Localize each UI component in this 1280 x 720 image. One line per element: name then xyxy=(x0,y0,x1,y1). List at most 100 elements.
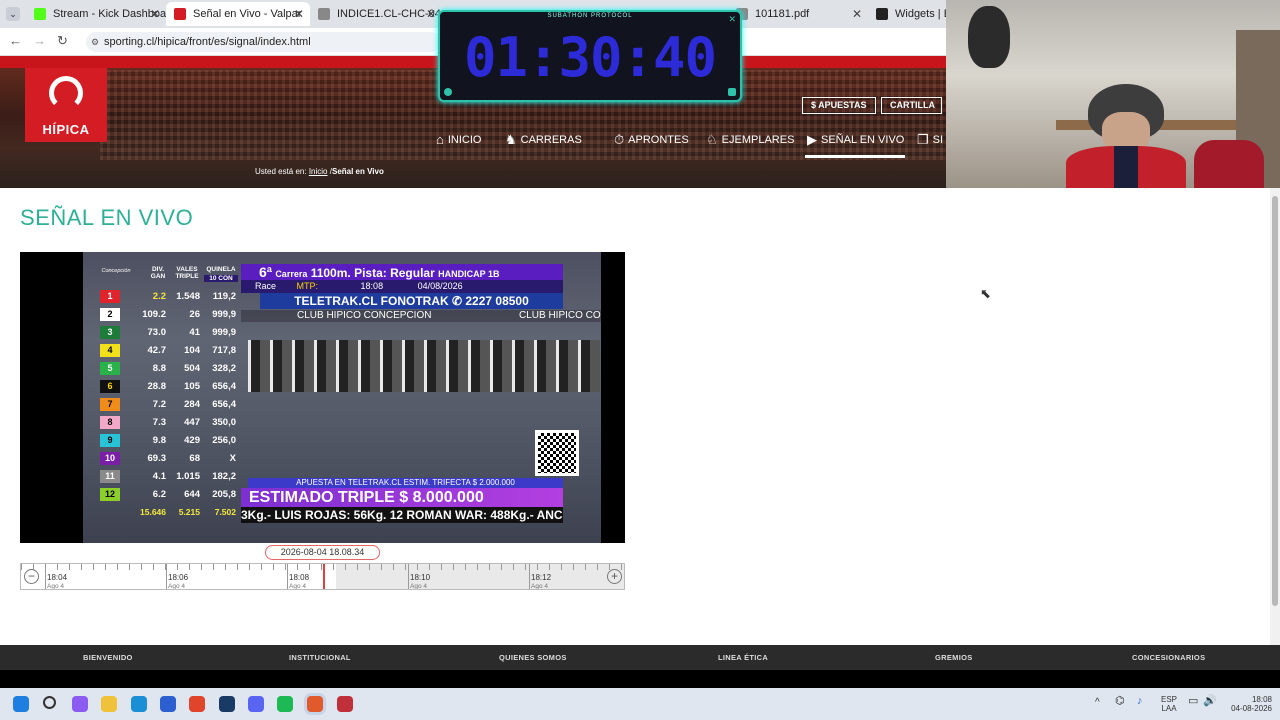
edge-icon[interactable] xyxy=(131,696,147,712)
keyboard-layout: LAA xyxy=(1161,704,1177,713)
language-indicator[interactable]: ESP LAA xyxy=(1158,695,1180,713)
network-icon[interactable]: ⌬ xyxy=(1115,696,1125,707)
odds-gan: 7.3 xyxy=(152,416,166,428)
chrome-icon[interactable] xyxy=(189,696,205,712)
forward-icon[interactable]: → xyxy=(33,33,46,48)
scrollbar-thumb[interactable] xyxy=(1272,196,1278,606)
odds-gan: 4.1 xyxy=(152,470,166,482)
nav-item-ejemplares[interactable]: ♘ EJEMPLARES xyxy=(706,132,794,148)
odds-gan: 69.3 xyxy=(147,452,167,464)
timer-close-icon: ✕ xyxy=(728,14,736,24)
webcam-overlay xyxy=(946,0,1280,188)
volume-icon[interactable]: 🔊 xyxy=(1203,696,1217,707)
footer-link-linea-tica[interactable]: LINEA ÉTICA xyxy=(718,653,768,662)
timeline-mark: 18:10 Ago 4 xyxy=(410,573,430,589)
live-video-player[interactable]: Concepción DIV. GAN VALES TRIPLE QUINELA… xyxy=(20,252,625,543)
tab-5[interactable]: Widgets | El me xyxy=(868,2,946,26)
close-tab-icon[interactable]: ✕ xyxy=(294,7,304,21)
file-explorer-icon[interactable] xyxy=(101,696,117,712)
url-text: sporting.cl/hipica/front/es/signal/index… xyxy=(104,36,311,48)
back-icon[interactable]: ← xyxy=(9,33,22,48)
mark-date: Ago 4 xyxy=(168,583,185,590)
hipica-logo[interactable]: HÍPICA xyxy=(25,68,107,142)
nav-item-carreras[interactable]: ♞ CARRERAS xyxy=(505,132,582,148)
close-tab-icon[interactable]: ✕ xyxy=(426,7,436,21)
breadcrumb-prefix: Usted está en: xyxy=(255,167,307,176)
odds-gan: 109.2 xyxy=(142,308,166,320)
footer-link-concesionarios[interactable]: CONCESIONARIOS xyxy=(1132,653,1205,662)
reload-icon[interactable]: ↻ xyxy=(57,33,68,49)
footer-link-bienvenido[interactable]: BIENVENIDO xyxy=(83,653,133,662)
chrome-profile-icon[interactable] xyxy=(307,696,323,712)
tab-2[interactable]: Señal en Vivo - Valpar ✕ xyxy=(166,2,310,26)
odds-row: 9 9.8 429 256,0 xyxy=(84,432,238,448)
close-tab-icon[interactable]: ✕ xyxy=(150,7,160,21)
display-icon[interactable]: ▭ xyxy=(1188,696,1198,707)
timer-corner-icon xyxy=(444,88,452,96)
cartilla-button[interactable]: CARTILLA xyxy=(881,97,942,114)
app-icon[interactable] xyxy=(337,696,353,712)
horse-number: 6 xyxy=(100,379,120,393)
url-input[interactable]: ⚙ sporting.cl/hipica/front/es/signal/ind… xyxy=(86,32,441,52)
race-en-label: Race xyxy=(255,281,277,291)
timeline-mark: 18:08 Ago 4 xyxy=(289,573,310,590)
odds-triple: 26 xyxy=(189,308,200,320)
tab-3[interactable]: INDICE1.CL-CHC-04-08.p✕ xyxy=(310,2,442,26)
search-icon[interactable] xyxy=(43,696,56,709)
nav-active-underline xyxy=(805,155,905,158)
copilot-icon[interactable] xyxy=(72,696,88,712)
nav-item-inicio[interactable]: ⌂ INICIO xyxy=(436,132,481,147)
odds-gan: 2.2 xyxy=(152,290,166,302)
club-logo: Concepción xyxy=(101,268,131,274)
race-distance: 1100m. xyxy=(310,266,351,280)
mark-time: 18:12 xyxy=(531,573,552,582)
odds-triple: 105 xyxy=(184,380,200,392)
discord-icon[interactable] xyxy=(248,696,264,712)
apuestas-label: APUESTAS xyxy=(818,100,867,110)
breadcrumb-current: Señal en Vivo xyxy=(331,167,384,176)
mark-time: 18:08 xyxy=(289,573,310,582)
nav-item-aprontes[interactable]: ⏱ APRONTES xyxy=(614,132,689,148)
jockey-ticker: 3Kg.- LUIS ROJAS: 56Kg. 12 ROMAN WAR: 48… xyxy=(241,507,563,523)
close-tab-icon[interactable]: ✕ xyxy=(852,7,862,21)
site-info-icon[interactable]: ⚙ xyxy=(91,32,99,52)
system-clock[interactable]: 18:08 04-08-2026 xyxy=(1222,695,1272,713)
odds-quinela: 119,2 xyxy=(212,290,236,302)
club-name-bar: CLUB HIPICO CONCEPCION CLUB HIPICO CO xyxy=(241,310,601,322)
home-icon: ⌂ xyxy=(436,132,444,147)
windows-start-icon[interactable] xyxy=(13,696,29,712)
odds-row: 11 4.1 1.015 182,2 xyxy=(84,468,238,484)
store-icon[interactable] xyxy=(160,696,176,712)
mark-date: Ago 4 xyxy=(531,583,548,590)
odds-quinela: X xyxy=(229,452,236,464)
steam-icon[interactable] xyxy=(219,696,235,712)
footer-link-institucional[interactable]: INSTITUCIONAL xyxy=(289,653,351,662)
mark-time: 18:04 xyxy=(47,573,68,582)
tab-4[interactable]: 101181.pdf ✕ xyxy=(728,2,868,26)
kick-icon xyxy=(34,8,46,20)
apuesta-banner: APUESTA EN TELETRAK.CL ESTIM. TRIFECTA $… xyxy=(248,478,563,488)
footer-link-gremios[interactable]: GREMIOS xyxy=(935,653,973,662)
odds-row: 1 2.2 1.548 119,2 xyxy=(84,288,238,304)
footer-link-quienes-somos[interactable]: QUIENES SOMOS xyxy=(499,653,567,662)
timeline-mark: 18:06 Ago 4 xyxy=(168,573,188,590)
zoom-out-icon[interactable]: − xyxy=(24,569,39,584)
odds-gan: 7.2 xyxy=(152,398,166,410)
nav-item-se-al-en-vivo[interactable]: ▶ SEÑAL EN VIVO xyxy=(807,132,904,148)
estimado-triple-banner: ESTIMADO TRIPLE $ 8.000.000 xyxy=(241,488,563,507)
widget-icon xyxy=(876,8,888,20)
tab-list-dropdown-icon[interactable]: ⌄ xyxy=(6,7,20,21)
tray-overflow-icon[interactable]: ^ xyxy=(1095,698,1100,708)
nav-item-si[interactable]: ❐ SI xyxy=(917,132,943,148)
spotify-icon[interactable] xyxy=(277,696,293,712)
page-scrollbar[interactable] xyxy=(1270,188,1280,645)
mark-date: Ago 4 xyxy=(289,583,306,590)
timeline-cursor[interactable] xyxy=(323,564,325,589)
tab-1[interactable]: Stream - Kick Dashboard ✕ xyxy=(26,2,166,26)
video-timeline[interactable]: − 18:04 Ago 4 18:06 Ago 4 18:08 Ago 4 18:10 Ago… xyxy=(20,563,625,590)
zoom-in-icon[interactable]: + xyxy=(607,569,622,584)
breadcrumb-home-link[interactable]: Inicio xyxy=(309,167,328,176)
apuestas-button[interactable]: $ APUESTAS xyxy=(802,97,876,114)
microphone-icon[interactable]: ♪ xyxy=(1137,696,1143,707)
sporting-icon xyxy=(174,8,186,20)
